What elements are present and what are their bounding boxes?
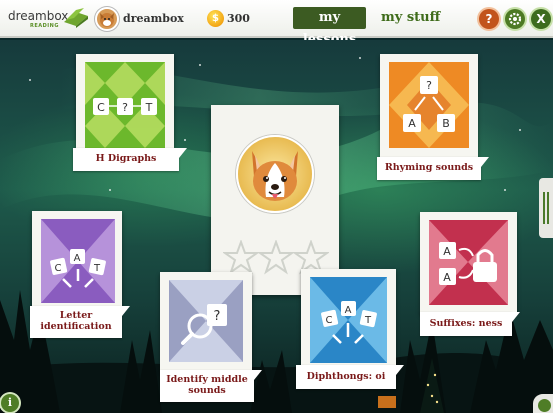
tile-letter: ? — [426, 79, 432, 92]
logo-word: dreambox — [8, 9, 69, 23]
exit-button[interactable]: X — [531, 9, 551, 29]
letter-identification-art: C A T — [41, 219, 115, 303]
lesson-title[interactable]: Suffixes: ness — [420, 312, 520, 336]
lesson-card-rhyming-sounds[interactable]: ? A B — [380, 54, 478, 158]
suffixes-art: A A — [429, 220, 508, 305]
tile-letter: A — [443, 245, 451, 258]
corgi-icon — [252, 151, 298, 201]
tile-letter: A — [74, 253, 81, 264]
tile-letter: A — [345, 305, 352, 316]
lesson-title[interactable]: Rhyming sounds — [377, 157, 489, 180]
tile-letter: C — [326, 315, 333, 326]
side-drawer-tab[interactable] — [539, 178, 553, 238]
star-1 — [223, 240, 261, 275]
h-digraphs-art: C ? T — [85, 62, 165, 148]
lesson-title[interactable]: Diphthongs: oi — [296, 365, 404, 389]
dog-avatar-icon — [100, 13, 114, 27]
tile-letter: T — [93, 263, 101, 274]
tile-letter: T — [364, 315, 372, 326]
lesson-title[interactable]: H Digraphs — [73, 148, 187, 171]
tile-letter: ? — [122, 101, 128, 114]
corgi-mascot — [236, 135, 314, 213]
coin-count: 300 — [227, 12, 250, 25]
tile-letter: A — [443, 271, 451, 284]
user-name[interactable]: dreambox — [123, 12, 184, 25]
featured-lesson-card[interactable] — [211, 105, 339, 295]
help-button[interactable]: ? — [479, 9, 499, 29]
mail-button[interactable] — [533, 394, 553, 413]
tab-my-lessons[interactable]: my lessons — [293, 7, 366, 47]
rhyming-sounds-art: ? A B — [389, 62, 469, 148]
logo-sub: READING — [30, 23, 59, 29]
gear-icon — [508, 12, 522, 26]
tile-letter: ? — [214, 309, 221, 324]
lesson-card-suffixes-ness[interactable]: A A — [420, 212, 517, 314]
coin-icon: $ — [207, 10, 224, 27]
star-2 — [256, 240, 296, 275]
tile-letter: C — [55, 263, 62, 274]
tile-letter: C — [97, 101, 105, 114]
tile-letter: T — [145, 101, 153, 114]
lesson-title[interactable]: Identify middle sounds — [160, 370, 262, 402]
lesson-card-identify-middle-sounds[interactable]: ? — [160, 272, 252, 370]
mail-icon — [538, 399, 551, 412]
book-icon — [64, 8, 88, 28]
star-3 — [291, 240, 329, 275]
dreambox-logo[interactable]: dreambox READING — [8, 6, 90, 32]
lesson-card-letter-identification[interactable]: C A T — [32, 211, 122, 311]
avatar[interactable] — [95, 7, 119, 31]
lesson-card-h-digraphs[interactable]: C ? T — [76, 54, 174, 157]
tab-my-stuff[interactable]: my stuff — [381, 7, 441, 29]
identify-middle-sounds-art: ? — [169, 280, 243, 362]
info-button[interactable]: i — [1, 394, 19, 412]
lesson-title[interactable]: Letter identification — [30, 306, 130, 338]
top-bar: dreambox READING dreambox $ 300 my lesso… — [0, 0, 553, 47]
tile-letter: B — [442, 117, 450, 130]
diphthongs-art: C A T — [310, 277, 387, 363]
lesson-card-diphthongs-oi[interactable]: C A T — [301, 269, 396, 372]
settings-button[interactable] — [505, 9, 525, 29]
tile-letter: A — [408, 117, 416, 130]
lesson-scene: C ? T H Digraphs ? A B Rhyming sounds C … — [0, 40, 553, 413]
